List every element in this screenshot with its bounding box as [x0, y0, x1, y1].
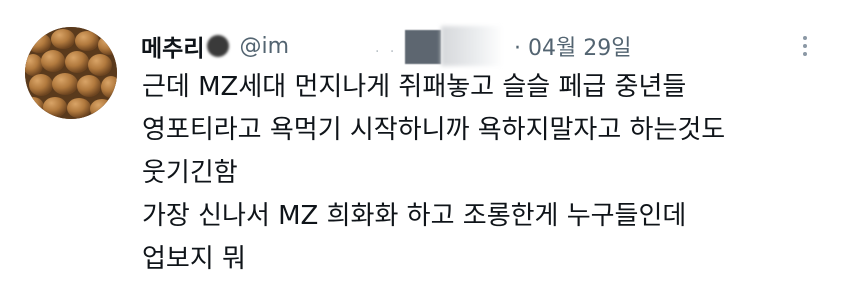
dot	[803, 52, 807, 56]
tweet-text-line: 업보지 뭐	[142, 244, 246, 274]
redaction-block	[405, 30, 441, 64]
user-handle[interactable]: @im	[239, 34, 289, 59]
tweet-text: 근데 MZ세대 먼지나게 쥐패놓고 슬슬 페급 중년들 영포티라고 욕먹기 시작…	[142, 66, 832, 281]
dot	[803, 44, 807, 48]
redaction-smudge	[441, 26, 503, 66]
redaction-dots: · ·	[375, 44, 398, 60]
tweet-text-line: 웃기긴함	[142, 158, 238, 188]
redacted-mark	[207, 35, 230, 57]
avatar[interactable]	[25, 27, 117, 119]
tweet-date[interactable]: · 04월 29일	[514, 26, 631, 66]
tweet-text-line: 근데 MZ세대 먼지나게 쥐패놓고 슬슬 페급 중년들	[142, 72, 687, 102]
tweet-text-line: 영포티라고 욕먹기 시작하니까 욕하지말자고 하는것도	[142, 115, 726, 145]
tweet-header: 메추리 @im	[141, 26, 289, 66]
tweet-card: 메추리 @im · · · 04월 29일 근데 MZ세대 먼지나게 쥐패놓고 …	[0, 0, 850, 292]
tweet-text-line: 가장 신나서 MZ 희화화 하고 조롱한게 누구들인데	[142, 201, 687, 231]
dot	[803, 36, 807, 40]
quail-eggs-image	[25, 27, 117, 119]
display-name[interactable]: 메추리	[141, 29, 204, 63]
more-dots-icon[interactable]	[790, 30, 820, 62]
